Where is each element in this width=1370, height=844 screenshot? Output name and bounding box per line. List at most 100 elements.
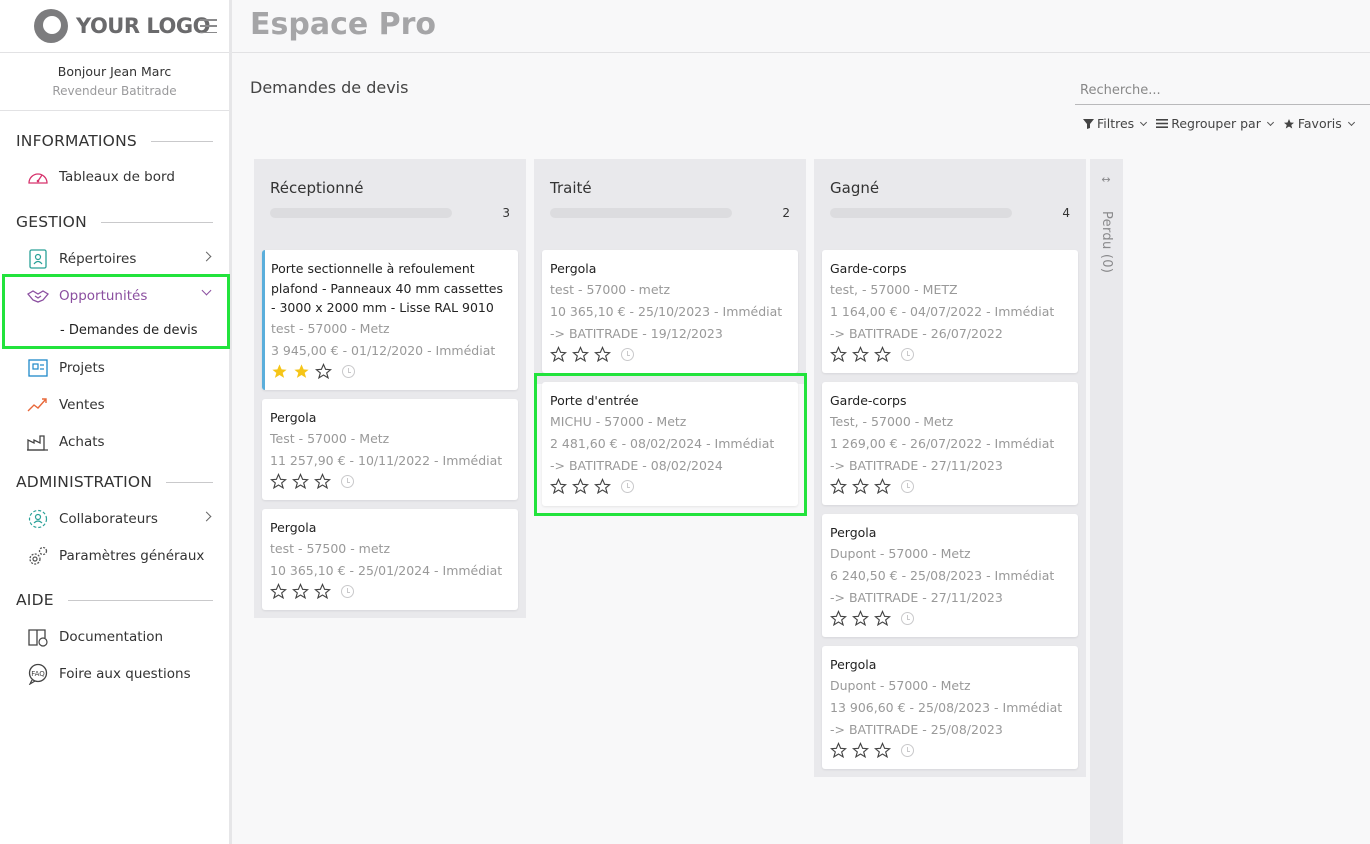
kanban-card[interactable]: Pergola Dupont - 57000 - Metz 6 240,50 €… [822,514,1078,637]
column-progress-bar [830,208,1012,218]
clock-icon[interactable] [621,347,634,361]
star-outline-icon[interactable] [830,477,847,495]
star-outline-icon[interactable] [315,362,332,380]
star-outline-icon[interactable] [314,472,331,490]
search-input[interactable] [1075,77,1370,105]
card-title: Pergola [270,520,317,535]
star-filled-icon[interactable] [271,363,288,380]
user-greeting: Bonjour Jean Marc [57,64,172,79]
kanban-card[interactable]: Pergola test - 57000 - metz 10 365,10 € … [542,250,798,373]
top-bar: Espace Pro [232,0,1370,53]
sidebar-item-collaborateurs[interactable]: Collaborateurs [0,500,229,537]
card-client: Dupont - 57000 - Metz [830,545,971,561]
logo-icon [34,9,68,43]
star-outline-icon[interactable] [852,741,869,759]
sidebar-item-label: Foire aux questions [59,665,191,682]
kanban-card[interactable]: Garde-corps Test, - 57000 - Metz 1 269,0… [822,382,1078,505]
star-outline-icon[interactable] [292,472,309,490]
column-title: Perdu (0) [1099,211,1114,274]
sidebar-item-tableaux[interactable]: Tableaux de bord [0,158,229,195]
star-outline-icon[interactable] [270,582,287,600]
star-outline-icon[interactable] [572,345,589,363]
sidebar-item-faq[interactable]: FAQ Foire aux questions [0,655,229,692]
funnel-icon [1083,119,1094,129]
factory-icon [26,431,50,453]
card-assignee: -> BATITRADE - 08/02/2024 [550,457,723,473]
column-title: Gagné [830,179,880,197]
chevron-right-icon [201,251,212,262]
sidebar-item-label: Paramètres généraux [59,547,205,564]
sidebar-item-repertoires[interactable]: Répertoires [0,240,229,277]
clock-icon[interactable] [342,364,355,378]
clock-icon[interactable] [901,743,914,757]
star-outline-icon[interactable] [594,345,611,363]
card-assignee: -> BATITRADE - 27/11/2023 [830,457,1003,473]
column-title: Traité [550,179,592,197]
star-filled-icon[interactable] [293,363,310,380]
star-outline-icon[interactable] [270,472,287,490]
kanban-card[interactable]: Porte sectionnelle à refoulement plafond… [262,250,518,390]
star-outline-icon[interactable] [292,582,309,600]
contacts-book-icon [26,248,50,270]
star-outline-icon[interactable] [852,345,869,363]
favorites-button[interactable]: Favoris [1283,116,1355,131]
kanban-card-porte-entree[interactable]: Porte d'entrée MICHU - 57000 - Metz 2 48… [542,382,798,506]
star-outline-icon[interactable] [874,477,891,495]
card-title: Pergola [830,525,877,540]
card-title: Garde-corps [830,261,907,276]
chevron-down-icon [1347,118,1355,126]
kanban-card[interactable]: Garde-corps test, - 57000 - METZ 1 164,0… [822,250,1078,373]
sidebar-item-opportunites[interactable]: Opportunités [0,277,229,314]
clock-icon[interactable] [901,347,914,361]
filters-button[interactable]: Filtres [1083,116,1148,131]
star-outline-icon[interactable] [852,609,869,627]
card-amount: 13 906,60 € - 25/08/2023 - Immédiat [830,699,1063,715]
card-title: Porte d'entrée [550,393,639,408]
card-priority-stars [270,472,510,490]
hamburger-menu-icon[interactable] [200,19,217,33]
star-outline-icon[interactable] [874,609,891,627]
star-outline-icon[interactable] [830,345,847,363]
clock-icon[interactable] [341,474,354,488]
clock-icon[interactable] [901,479,914,493]
card-assignee: -> BATITRADE - 25/08/2023 [830,721,1003,737]
kanban-card[interactable]: Pergola Dupont - 57000 - Metz 13 906,60 … [822,646,1078,769]
sidebar-item-parametres[interactable]: Paramètres généraux [0,537,229,574]
view-title: Demandes de devis [250,78,409,97]
clock-icon[interactable] [621,479,634,493]
sidebar-item-label: Ventes [59,396,105,413]
card-amount: 3 945,00 € - 01/12/2020 - Immédiat [271,342,496,358]
star-outline-icon[interactable] [550,345,567,363]
kanban-column-traite: Traité 2 Pergola test - 57000 - metz 10 … [534,159,806,384]
star-outline-icon[interactable] [550,477,567,495]
gears-icon [26,545,50,567]
star-outline-icon[interactable] [874,345,891,363]
star-outline-icon[interactable] [852,477,869,495]
sidebar-item-ventes[interactable]: Ventes [0,386,229,423]
card-amount: 10 365,10 € - 25/01/2024 - Immédiat [270,562,503,578]
card-client: Test, - 57000 - Metz [830,413,954,429]
kanban-card[interactable]: Pergola Test - 57000 - Metz 11 257,90 € … [262,399,518,500]
star-outline-icon[interactable] [830,609,847,627]
unfold-icon[interactable]: ↔ [1101,174,1111,185]
star-outline-icon[interactable] [314,582,331,600]
clock-icon[interactable] [341,584,354,598]
kanban-card[interactable]: Pergola test - 57500 - metz 10 365,10 € … [262,509,518,610]
clock-icon[interactable] [901,611,914,625]
sidebar-subitem-demandes-devis[interactable]: - Demandes de devis [0,314,229,347]
kanban-column-perdu-folded[interactable]: ↔ Perdu (0) [1090,159,1123,844]
handshake-icon [26,285,50,307]
sidebar-item-projets[interactable]: Projets [0,349,229,386]
chevron-down-icon [1140,118,1148,126]
card-priority-stars [830,741,1070,759]
sidebar-item-label: Collaborateurs [59,510,158,527]
sidebar-item-achats[interactable]: Achats [0,423,229,460]
star-outline-icon[interactable] [874,741,891,759]
star-outline-icon[interactable] [830,741,847,759]
sidebar-item-documentation[interactable]: Documentation [0,618,229,655]
card-priority-stars [550,477,790,495]
group-by-button[interactable]: Regrouper par [1156,116,1274,131]
star-outline-icon[interactable] [594,477,611,495]
star-outline-icon[interactable] [572,477,589,495]
logo-text: YOUR LOGO [76,14,210,38]
